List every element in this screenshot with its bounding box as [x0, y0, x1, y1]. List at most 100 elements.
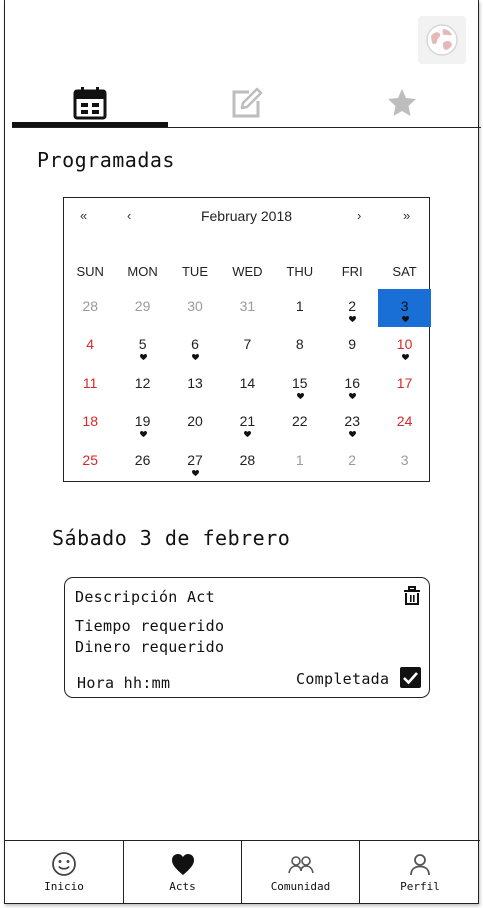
weekday-thu: THU	[286, 264, 314, 279]
calendar-day[interactable]: 7	[221, 327, 273, 365]
nav-label-comunidad: Comunidad	[270, 880, 331, 893]
event-marker-icon	[244, 431, 252, 438]
calendar-day[interactable]: 14	[221, 366, 273, 404]
calendar-day[interactable]: 6	[169, 327, 221, 365]
nav-label-perfil: Perfil	[400, 880, 440, 893]
calendar-day-selected[interactable]: 3	[378, 289, 431, 327]
heart-icon	[171, 854, 194, 875]
calendar-day-number: 12	[134, 374, 151, 391]
weekday-fri: FRI	[341, 264, 363, 279]
activity-time: Hora hh:mm	[77, 674, 171, 692]
calendar-day[interactable]: 1	[274, 289, 326, 327]
calendar-day[interactable]: 28	[64, 289, 116, 327]
calendar-day[interactable]: 2	[326, 289, 378, 327]
calendar-day[interactable]: 29	[116, 289, 168, 327]
calendar-day-number: 30	[187, 298, 203, 314]
calendar-day[interactable]: 18	[64, 404, 116, 442]
nav-label-inicio: Inicio	[44, 880, 84, 893]
calendar-day-number: 17	[396, 374, 413, 391]
calendar-day-number: 13	[187, 374, 203, 391]
calendar-day[interactable]: 10	[378, 327, 430, 365]
delete-button[interactable]	[403, 586, 421, 610]
next-year-button[interactable]: »	[403, 208, 410, 223]
event-marker-icon	[349, 392, 357, 399]
event-marker-icon	[191, 354, 199, 361]
calendar-day[interactable]: 16	[326, 366, 378, 404]
nav-item-perfil[interactable]: Perfil	[360, 841, 480, 904]
calendar-day[interactable]: 9	[326, 327, 378, 365]
calendar-day[interactable]: 30	[169, 289, 221, 327]
calendar-day[interactable]: 13	[169, 366, 221, 404]
calendar-day[interactable]: 20	[169, 404, 221, 442]
calendar-day[interactable]: 26	[116, 443, 168, 481]
globe-icon	[426, 24, 458, 56]
calendar-day[interactable]: 12	[116, 366, 168, 404]
tab-edit[interactable]	[168, 82, 324, 128]
calendar-day[interactable]: 3	[378, 443, 430, 481]
calendar-day-number: 9	[348, 336, 357, 353]
top-tabs	[12, 82, 481, 128]
profile-avatar[interactable]	[418, 16, 466, 64]
activity-card[interactable]: Descripción Act Tiempo requerido Dinero …	[64, 577, 430, 698]
calendar-day[interactable]: 4	[64, 327, 116, 365]
calendar-day-number: 29	[134, 298, 151, 314]
calendar-day-number: 2	[348, 298, 357, 314]
calendar-day-number: 16	[344, 374, 360, 391]
calendar-day[interactable]: 15	[274, 366, 326, 404]
calendar-day[interactable]: 1	[274, 443, 326, 481]
nav-label-acts: Acts	[169, 880, 196, 893]
calendar-day-number: 5	[138, 336, 147, 353]
edit-icon	[232, 87, 263, 118]
weekday-tue: TUE	[181, 264, 208, 279]
time-required: Tiempo requerido	[75, 617, 225, 635]
calendar-day[interactable]: 24	[378, 404, 430, 442]
money-required: Dinero requerido	[75, 638, 225, 656]
calendar-day-number: 23	[344, 413, 360, 430]
checkmark-icon	[403, 672, 418, 685]
calendar-day-number: 4	[86, 336, 95, 353]
calendar-day[interactable]: 22	[274, 404, 326, 442]
calendar-day[interactable]: 5	[116, 327, 168, 365]
calendar-day[interactable]: 17	[378, 366, 430, 404]
user-icon	[410, 854, 430, 876]
bottom-nav: Inicio Acts Comunidad Perfil	[5, 840, 480, 904]
trash-icon	[404, 586, 420, 605]
completed-checkbox[interactable]	[400, 667, 421, 688]
calendar-day[interactable]: 19	[116, 404, 168, 442]
calendar-day[interactable]: 2	[326, 443, 378, 481]
calendar-day-number: 10	[396, 336, 413, 353]
nav-item-acts[interactable]: Acts	[124, 841, 242, 904]
calendar-day[interactable]: 11	[64, 366, 116, 404]
calendar-day[interactable]: 21	[221, 404, 273, 442]
calendar-day-number: 7	[243, 336, 252, 353]
calendar-day-number: 18	[82, 413, 98, 430]
event-marker-icon	[191, 469, 199, 476]
smile-icon	[52, 852, 76, 876]
nav-item-inicio[interactable]: Inicio	[5, 841, 124, 904]
calendar-day[interactable]: 31	[221, 289, 273, 327]
star-icon	[388, 89, 416, 116]
calendar-day-number: 25	[82, 451, 98, 468]
calendar-day-number: 2	[348, 451, 357, 468]
weekday-wed: WED	[232, 264, 263, 279]
next-month-button[interactable]: ›	[357, 208, 361, 223]
month-label: February 2018	[200, 208, 293, 224]
calendar-day[interactable]: 8	[274, 327, 326, 365]
calendar-day-number: 3	[400, 298, 409, 314]
app-frame: Programadas « ‹ February 2018 › » SUN MO…	[4, 0, 481, 904]
selected-date-title: Sábado 3 de febrero	[52, 526, 291, 550]
event-marker-icon	[401, 354, 409, 361]
calendar-day[interactable]: 27	[169, 443, 221, 481]
calendar-day-number: 14	[239, 374, 256, 391]
nav-item-comunidad[interactable]: Comunidad	[242, 841, 360, 904]
event-marker-icon	[296, 392, 304, 399]
calendar-day[interactable]: 28	[221, 443, 273, 481]
event-marker-icon	[139, 431, 147, 438]
event-marker-icon	[401, 316, 409, 322]
calendar-day-number: 8	[295, 336, 304, 353]
completed-label: Completada	[296, 670, 390, 688]
calendar-day-number: 22	[292, 413, 308, 430]
calendar-day[interactable]: 25	[64, 443, 116, 481]
calendar-day[interactable]: 23	[326, 404, 378, 442]
tab-favorites[interactable]	[324, 82, 480, 128]
